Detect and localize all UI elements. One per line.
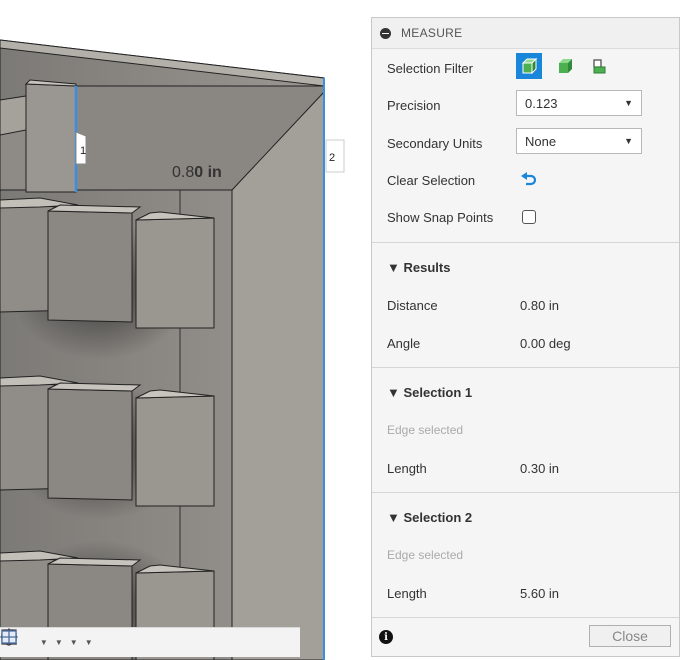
results-header[interactable]: ▼ Results — [387, 260, 450, 275]
edge-filter-icon — [593, 59, 606, 74]
precision-select[interactable]: 0.123 ▼ — [516, 90, 642, 116]
close-button[interactable]: Close — [589, 625, 671, 647]
precision-label: Precision — [387, 98, 441, 113]
dimension-label: 0.80 in — [172, 164, 222, 182]
grid-button[interactable]: ▼ — [1, 629, 80, 655]
selection2-header[interactable]: ▼ Selection 2 — [387, 510, 472, 525]
model-render — [0, 39, 345, 660]
selection1-header-label: Selection 1 — [403, 385, 473, 400]
zoom-button[interactable] — [1, 630, 35, 655]
edge-marker-1: 1 — [80, 145, 87, 157]
panel-title: MEASURE — [401, 26, 463, 40]
fit-button[interactable]: ▼ — [1, 629, 50, 655]
show-snap-points-checkbox[interactable] — [522, 210, 536, 224]
angle-label: Angle — [387, 336, 421, 351]
viewports-button[interactable]: ▼ — [1, 630, 95, 655]
pan-button[interactable] — [1, 629, 29, 655]
secondary-units-value: None — [525, 133, 557, 149]
selection2-status: Edge selected — [387, 548, 464, 562]
selection1-length-value: 0.30 in — [520, 461, 560, 476]
collapse-triangle-icon: ▼ — [387, 385, 404, 400]
chevron-down-icon: ▼ — [624, 136, 633, 146]
dimension-value-bold: 0 in — [194, 164, 222, 181]
collapse-icon[interactable] — [380, 27, 391, 39]
edge-marker-2: 2 — [329, 152, 336, 164]
selection2-length-value: 5.60 in — [520, 586, 560, 601]
body-filter-button[interactable] — [516, 53, 542, 79]
panel-footer: i Close — [372, 617, 679, 656]
secondary-units-label: Secondary Units — [387, 136, 483, 151]
face-filter-button[interactable] — [552, 53, 578, 79]
collapse-triangle-icon: ▼ — [387, 260, 404, 275]
look-at-button[interactable] — [1, 629, 23, 655]
precision-value: 0.123 — [525, 95, 558, 111]
clear-selection-button[interactable] — [520, 170, 538, 193]
selection1-length-label: Length — [387, 461, 427, 476]
distance-value: 0.80 in — [520, 298, 560, 313]
selection1-header[interactable]: ▼ Selection 1 — [387, 385, 472, 400]
selection1-status: Edge selected — [387, 423, 464, 437]
face-filter-icon — [559, 59, 572, 73]
collapse-triangle-icon: ▼ — [387, 510, 404, 525]
divider — [372, 242, 679, 243]
divider — [372, 367, 679, 368]
secondary-units-select[interactable]: None ▼ — [516, 128, 642, 154]
selection2-header-label: Selection 2 — [403, 510, 473, 525]
selection2-length-label: Length — [387, 586, 427, 601]
undo-arrow-icon — [521, 172, 537, 186]
panel-header[interactable]: MEASURE — [372, 18, 679, 49]
distance-label: Distance — [387, 298, 438, 313]
edge-filter-button[interactable] — [586, 53, 612, 79]
selection-filter-label: Selection Filter — [387, 61, 473, 76]
display-settings-button[interactable]: ▼ — [1, 629, 65, 655]
results-header-label: Results — [403, 260, 451, 275]
navigation-toolbar: ▼ ▼ ▼ ▼ ▼ — [0, 627, 300, 657]
clear-selection-label: Clear Selection — [387, 173, 476, 188]
chevron-down-icon: ▼ — [624, 98, 633, 108]
3d-viewport[interactable]: 1 2 0.80 in ▼ ▼ ▼ ▼ ▼ — [0, 0, 356, 660]
divider — [372, 492, 679, 493]
measure-panel: MEASURE Selection Filter Precision 0.123… — [371, 17, 680, 657]
body-filter-icon — [521, 57, 538, 75]
dimension-value-light: 0.8 — [172, 164, 195, 181]
info-icon[interactable]: i — [379, 630, 393, 644]
viewports-icon — [1, 630, 17, 644]
angle-value: 0.00 deg — [520, 336, 571, 351]
show-snap-points-label: Show Snap Points — [387, 210, 494, 225]
